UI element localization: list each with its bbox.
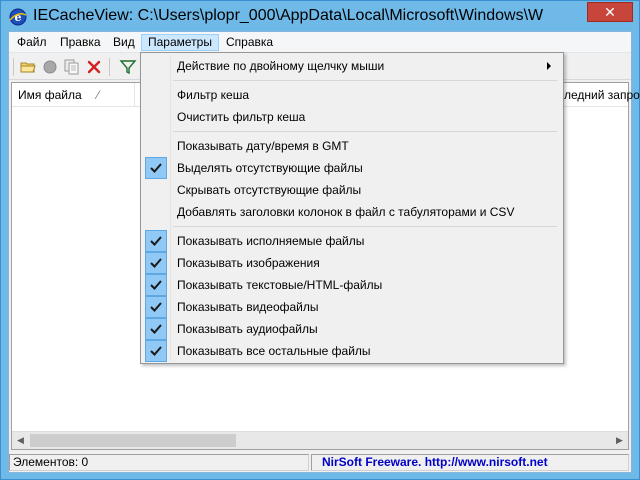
menu-edit[interactable]: Правка <box>54 34 107 51</box>
delete-icon[interactable] <box>85 58 103 76</box>
status-bar: Элементов: 0 NirSoft Freeware. http://ww… <box>9 452 631 472</box>
column-last-access[interactable]: ледний запро <box>564 88 640 102</box>
menu-item-show-images[interactable]: Показывать изображения <box>143 252 561 274</box>
checkmark-icon <box>145 252 167 274</box>
column-divider[interactable] <box>134 83 135 107</box>
nirsoft-link[interactable]: NirSoft Freeware. http://www.nirsoft.net <box>311 454 629 471</box>
menu-item-label: Добавлять заголовки колонок в файл с таб… <box>177 205 515 219</box>
menu-item-clear-cache-filter[interactable]: Очистить фильтр кеша <box>143 106 561 128</box>
scroll-right-icon[interactable]: ▶ <box>611 432 628 449</box>
checkmark-icon <box>145 340 167 362</box>
sort-arrow-icon: ⁄ <box>96 88 99 102</box>
menu-item-add-column-headers[interactable]: Добавлять заголовки колонок в файл с таб… <box>143 201 561 223</box>
menu-separator <box>173 131 557 132</box>
menu-item-hide-missing[interactable]: Скрывать отсутствующие файлы <box>143 179 561 201</box>
stop-icon[interactable] <box>41 58 59 76</box>
menu-item-label: Очистить фильтр кеша <box>177 110 306 124</box>
menu-item-double-click-action[interactable]: Действие по двойному щелчку мыши <box>143 55 561 77</box>
menu-item-show-executables[interactable]: Показывать исполняемые файлы <box>143 230 561 252</box>
menu-item-mark-missing[interactable]: Выделять отсутствующие файлы <box>143 157 561 179</box>
svg-text:e: e <box>15 11 22 24</box>
toolbar-separator <box>109 58 110 76</box>
menu-item-label: Показывать текстовые/HTML-файлы <box>177 278 383 292</box>
checkmark-icon <box>145 274 167 296</box>
checkmark-icon <box>145 296 167 318</box>
menu-separator <box>173 80 557 81</box>
copy-icon[interactable] <box>63 58 81 76</box>
filter-icon[interactable] <box>119 58 137 76</box>
menu-separator <box>173 226 557 227</box>
column-filename[interactable]: Имя файла ⁄ <box>18 88 99 102</box>
menu-item-label: Показывать дату/время в GMT <box>177 139 349 153</box>
menu-item-label: Показывать аудиофайлы <box>177 322 318 336</box>
menu-item-label: Показывать исполняемые файлы <box>177 234 365 248</box>
scroll-left-icon[interactable]: ◀ <box>12 432 29 449</box>
menu-item-gmt-time[interactable]: Показывать дату/время в GMT <box>143 135 561 157</box>
menu-bar: Файл Правка Вид Параметры Справка <box>9 32 631 53</box>
checkmark-icon <box>145 230 167 252</box>
menu-item-label: Показывать видеофайлы <box>177 300 319 314</box>
scroll-thumb[interactable] <box>30 434 236 447</box>
menu-item-cache-filter[interactable]: Фильтр кеша <box>143 84 561 106</box>
menu-item-label: Скрывать отсутствующие файлы <box>177 183 362 197</box>
menu-item-show-text-html[interactable]: Показывать текстовые/HTML-файлы <box>143 274 561 296</box>
app-window: e IECacheView: C:\Users\plopr_000\AppDat… <box>0 0 640 480</box>
open-folder-icon[interactable] <box>19 58 37 76</box>
submenu-arrow-icon <box>547 62 551 70</box>
app-icon: e <box>9 8 27 26</box>
menu-item-show-audio[interactable]: Показывать аудиофайлы <box>143 318 561 340</box>
menu-item-show-other[interactable]: Показывать все остальные файлы <box>143 340 561 362</box>
menu-item-label: Фильтр кеша <box>177 88 250 102</box>
menu-options[interactable]: Параметры <box>141 34 219 51</box>
menu-item-label: Выделять отсутствующие файлы <box>177 161 363 175</box>
status-item-count: Элементов: 0 <box>9 454 309 471</box>
window-title: IECacheView: C:\Users\plopr_000\AppData\… <box>33 7 543 24</box>
column-filename-label: Имя файла <box>18 88 82 102</box>
menu-help[interactable]: Справка <box>220 34 279 51</box>
title-bar[interactable]: e IECacheView: C:\Users\plopr_000\AppDat… <box>1 1 639 31</box>
horizontal-scrollbar[interactable]: ◀ ▶ <box>12 431 628 449</box>
menu-file[interactable]: Файл <box>11 34 53 51</box>
menu-item-label: Действие по двойному щелчку мыши <box>177 59 385 73</box>
close-button[interactable]: ✕ <box>587 2 633 22</box>
toolbar-grip <box>13 58 14 76</box>
menu-view[interactable]: Вид <box>107 34 141 51</box>
menu-item-show-video[interactable]: Показывать видеофайлы <box>143 296 561 318</box>
menu-item-label: Показывать все остальные файлы <box>177 344 371 358</box>
checkmark-icon <box>145 157 167 179</box>
checkmark-icon <box>145 318 167 340</box>
options-dropdown-menu: Действие по двойному щелчку мыши Фильтр … <box>140 52 564 364</box>
menu-item-label: Показывать изображения <box>177 256 320 270</box>
